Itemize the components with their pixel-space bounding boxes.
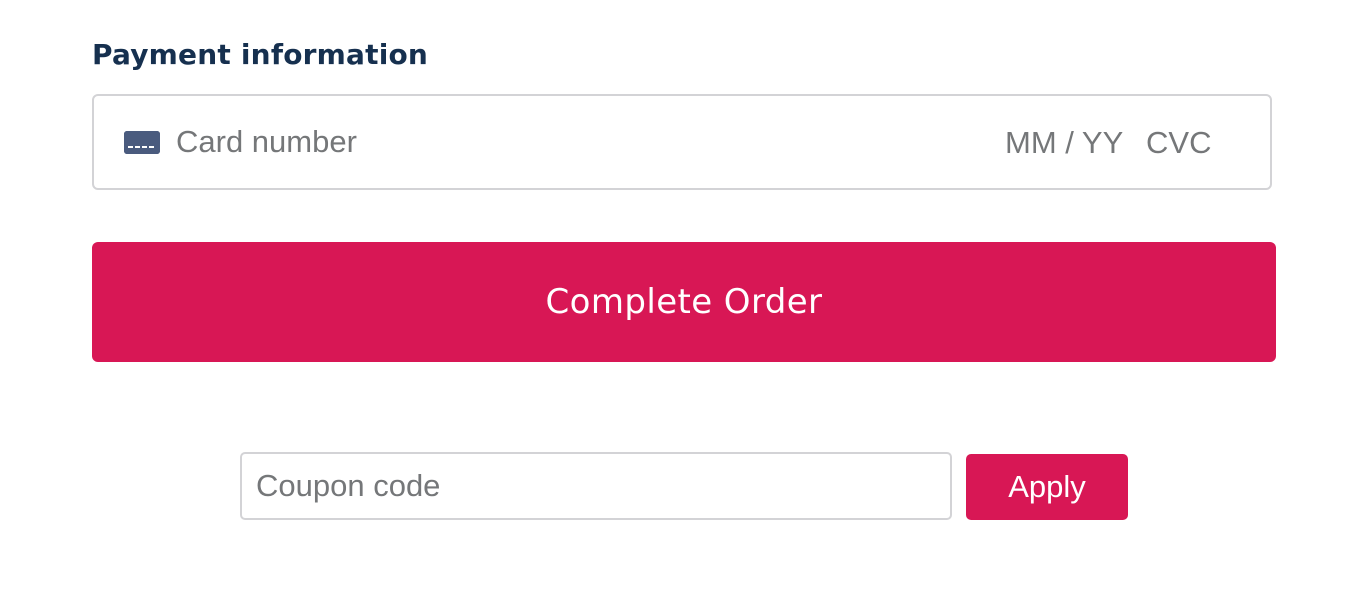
apply-coupon-button[interactable]: Apply [966,454,1128,520]
coupon-code-input[interactable]: Coupon code [240,452,952,520]
payment-section-title: Payment information [92,38,429,71]
credit-card-icon [124,131,160,154]
card-number-input[interactable]: Card number [176,124,357,160]
card-expiry-input[interactable]: MM / YY [1005,125,1123,161]
coupon-code-placeholder: Coupon code [256,468,441,503]
complete-order-button[interactable]: Complete Order [92,242,1276,362]
card-input-field[interactable]: Card number MM / YY CVC [92,94,1272,190]
card-cvc-input[interactable]: CVC [1146,125,1211,161]
